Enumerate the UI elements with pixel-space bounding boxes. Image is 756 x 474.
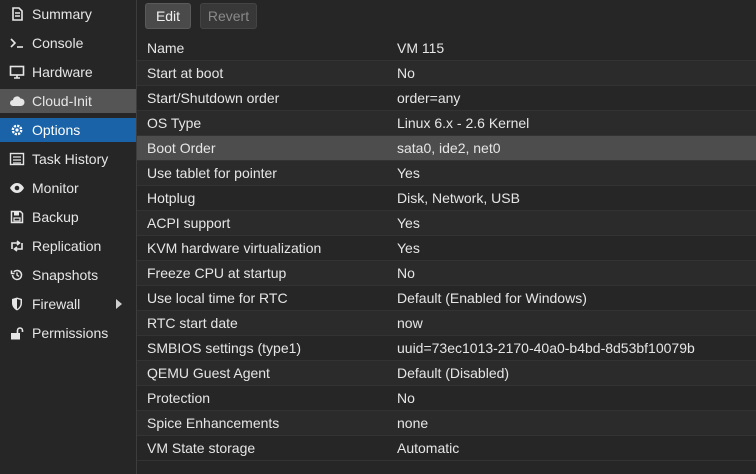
sidebar-item-options[interactable]: Options bbox=[0, 118, 136, 142]
console-icon bbox=[8, 35, 26, 51]
option-value: No bbox=[397, 65, 415, 81]
sidebar-item-backup[interactable]: Backup bbox=[0, 205, 136, 229]
option-name: Start at boot bbox=[147, 65, 224, 81]
chevron-right-icon[interactable] bbox=[115, 299, 122, 309]
sidebar-item-monitor[interactable]: Monitor bbox=[0, 176, 136, 200]
retweet-icon bbox=[8, 238, 26, 254]
sidebar-item-label: Monitor bbox=[32, 180, 79, 196]
sidebar-item-snapshots[interactable]: Snapshots bbox=[0, 263, 136, 287]
list-icon bbox=[8, 151, 26, 167]
sidebar-item-label: Options bbox=[32, 122, 81, 138]
option-row-os-type[interactable]: OS Type Linux 6.x - 2.6 Kernel bbox=[137, 111, 756, 136]
sidebar-item-label: Firewall bbox=[32, 296, 81, 312]
sidebar-item-permissions[interactable]: Permissions bbox=[0, 321, 136, 345]
sidebar-item-hardware[interactable]: Hardware bbox=[0, 60, 136, 84]
eye-icon bbox=[8, 180, 26, 196]
option-name: Protection bbox=[147, 390, 211, 406]
option-name: ACPI support bbox=[147, 215, 231, 231]
option-value: none bbox=[397, 415, 429, 431]
option-row-hotplug[interactable]: Hotplug Disk, Network, USB bbox=[137, 186, 756, 211]
option-value: Disk, Network, USB bbox=[397, 190, 520, 206]
sidebar-item-cloud-init[interactable]: Cloud-Init bbox=[0, 89, 136, 113]
summary-icon bbox=[8, 6, 26, 22]
sidebar-item-summary[interactable]: Summary bbox=[0, 2, 136, 26]
option-row-localtime[interactable]: Use local time for RTC Default (Enabled f… bbox=[137, 286, 756, 311]
option-value: uuid=73ec1013-2170-40a0-b4bd-8d53bf10079… bbox=[397, 340, 695, 356]
option-row-freeze-cpu[interactable]: Freeze CPU at startup No bbox=[137, 261, 756, 286]
option-name: SMBIOS settings (type1) bbox=[147, 340, 302, 356]
shield-icon bbox=[8, 296, 26, 312]
option-name: VM State storage bbox=[147, 440, 256, 456]
option-row-qemu-agent[interactable]: QEMU Guest Agent Default (Disabled) bbox=[137, 361, 756, 386]
option-row-kvm[interactable]: KVM hardware virtualization Yes bbox=[137, 236, 756, 261]
sidebar: Summary Console Hardware Cloud-Init Opti… bbox=[0, 0, 137, 474]
history-icon bbox=[8, 267, 26, 283]
option-row-rtc-start-date[interactable]: RTC start date now bbox=[137, 311, 756, 336]
sidebar-item-label: Task History bbox=[32, 151, 109, 167]
option-value: No bbox=[397, 390, 415, 406]
option-value: Default (Enabled for Windows) bbox=[397, 290, 587, 306]
option-value: VM 115 bbox=[397, 40, 445, 56]
option-row-tablet[interactable]: Use tablet for pointer Yes bbox=[137, 161, 756, 186]
option-row-vmstate-storage[interactable]: VM State storage Automatic bbox=[137, 436, 756, 461]
option-name: QEMU Guest Agent bbox=[147, 365, 270, 381]
option-row-boot-order[interactable]: Boot Order sata0, ide2, net0 bbox=[137, 136, 756, 161]
option-value: Yes bbox=[397, 215, 420, 231]
option-row-protection[interactable]: Protection No bbox=[137, 386, 756, 411]
option-name: KVM hardware virtualization bbox=[147, 240, 322, 256]
sidebar-item-task-history[interactable]: Task History bbox=[0, 147, 136, 171]
sidebar-item-console[interactable]: Console bbox=[0, 31, 136, 55]
floppy-icon bbox=[8, 209, 26, 225]
option-row-acpi[interactable]: ACPI support Yes bbox=[137, 211, 756, 236]
option-value: Linux 6.x - 2.6 Kernel bbox=[397, 115, 530, 131]
option-value: Yes bbox=[397, 165, 420, 181]
option-value: sata0, ide2, net0 bbox=[397, 140, 501, 156]
cloud-icon bbox=[8, 93, 26, 109]
option-value: Default (Disabled) bbox=[397, 365, 510, 381]
option-name: Use tablet for pointer bbox=[147, 165, 277, 181]
option-row-start-at-boot[interactable]: Start at boot No bbox=[137, 61, 756, 86]
sidebar-item-label: Hardware bbox=[32, 64, 93, 80]
sidebar-item-replication[interactable]: Replication bbox=[0, 234, 136, 258]
option-row-smbios[interactable]: SMBIOS settings (type1) uuid=73ec1013-217… bbox=[137, 336, 756, 361]
option-value: Yes bbox=[397, 240, 420, 256]
option-name: Boot Order bbox=[147, 140, 216, 156]
option-row-startup-order[interactable]: Start/Shutdown order order=any bbox=[137, 86, 756, 111]
option-name: RTC start date bbox=[147, 315, 238, 331]
sidebar-item-firewall[interactable]: Firewall bbox=[0, 292, 136, 316]
options-grid: Name VM 115 Start at boot No Start/Shutdow… bbox=[137, 36, 756, 461]
option-name: Spice Enhancements bbox=[147, 415, 280, 431]
option-name: Use local time for RTC bbox=[147, 290, 288, 306]
revert-button[interactable]: Revert bbox=[200, 3, 257, 29]
option-value: No bbox=[397, 265, 415, 281]
option-value: Automatic bbox=[397, 440, 460, 456]
sidebar-item-label: Console bbox=[32, 35, 84, 51]
monitor-icon bbox=[8, 64, 26, 80]
option-value: order=any bbox=[397, 90, 461, 106]
sidebar-item-label: Snapshots bbox=[32, 267, 99, 283]
sidebar-item-label: Replication bbox=[32, 238, 102, 254]
option-name: Freeze CPU at startup bbox=[147, 265, 287, 281]
sidebar-item-label: Backup bbox=[32, 209, 79, 225]
sidebar-item-label: Summary bbox=[32, 6, 92, 22]
options-panel: Edit Revert Name VM 115 Start at boot No S… bbox=[137, 0, 756, 474]
sidebar-item-label: Permissions bbox=[32, 325, 109, 341]
option-name: OS Type bbox=[147, 115, 202, 131]
option-name: Name bbox=[147, 40, 185, 56]
option-name: Start/Shutdown order bbox=[147, 90, 280, 106]
toolbar: Edit Revert bbox=[137, 0, 756, 33]
option-row-name[interactable]: Name VM 115 bbox=[137, 36, 756, 61]
option-row-spice[interactable]: Spice Enhancements none bbox=[137, 411, 756, 436]
option-name: Hotplug bbox=[147, 190, 196, 206]
unlock-icon bbox=[8, 325, 26, 341]
sidebar-item-label: Cloud-Init bbox=[32, 93, 92, 109]
edit-button[interactable]: Edit bbox=[145, 3, 191, 29]
gear-icon bbox=[8, 122, 26, 138]
option-value: now bbox=[397, 315, 423, 331]
